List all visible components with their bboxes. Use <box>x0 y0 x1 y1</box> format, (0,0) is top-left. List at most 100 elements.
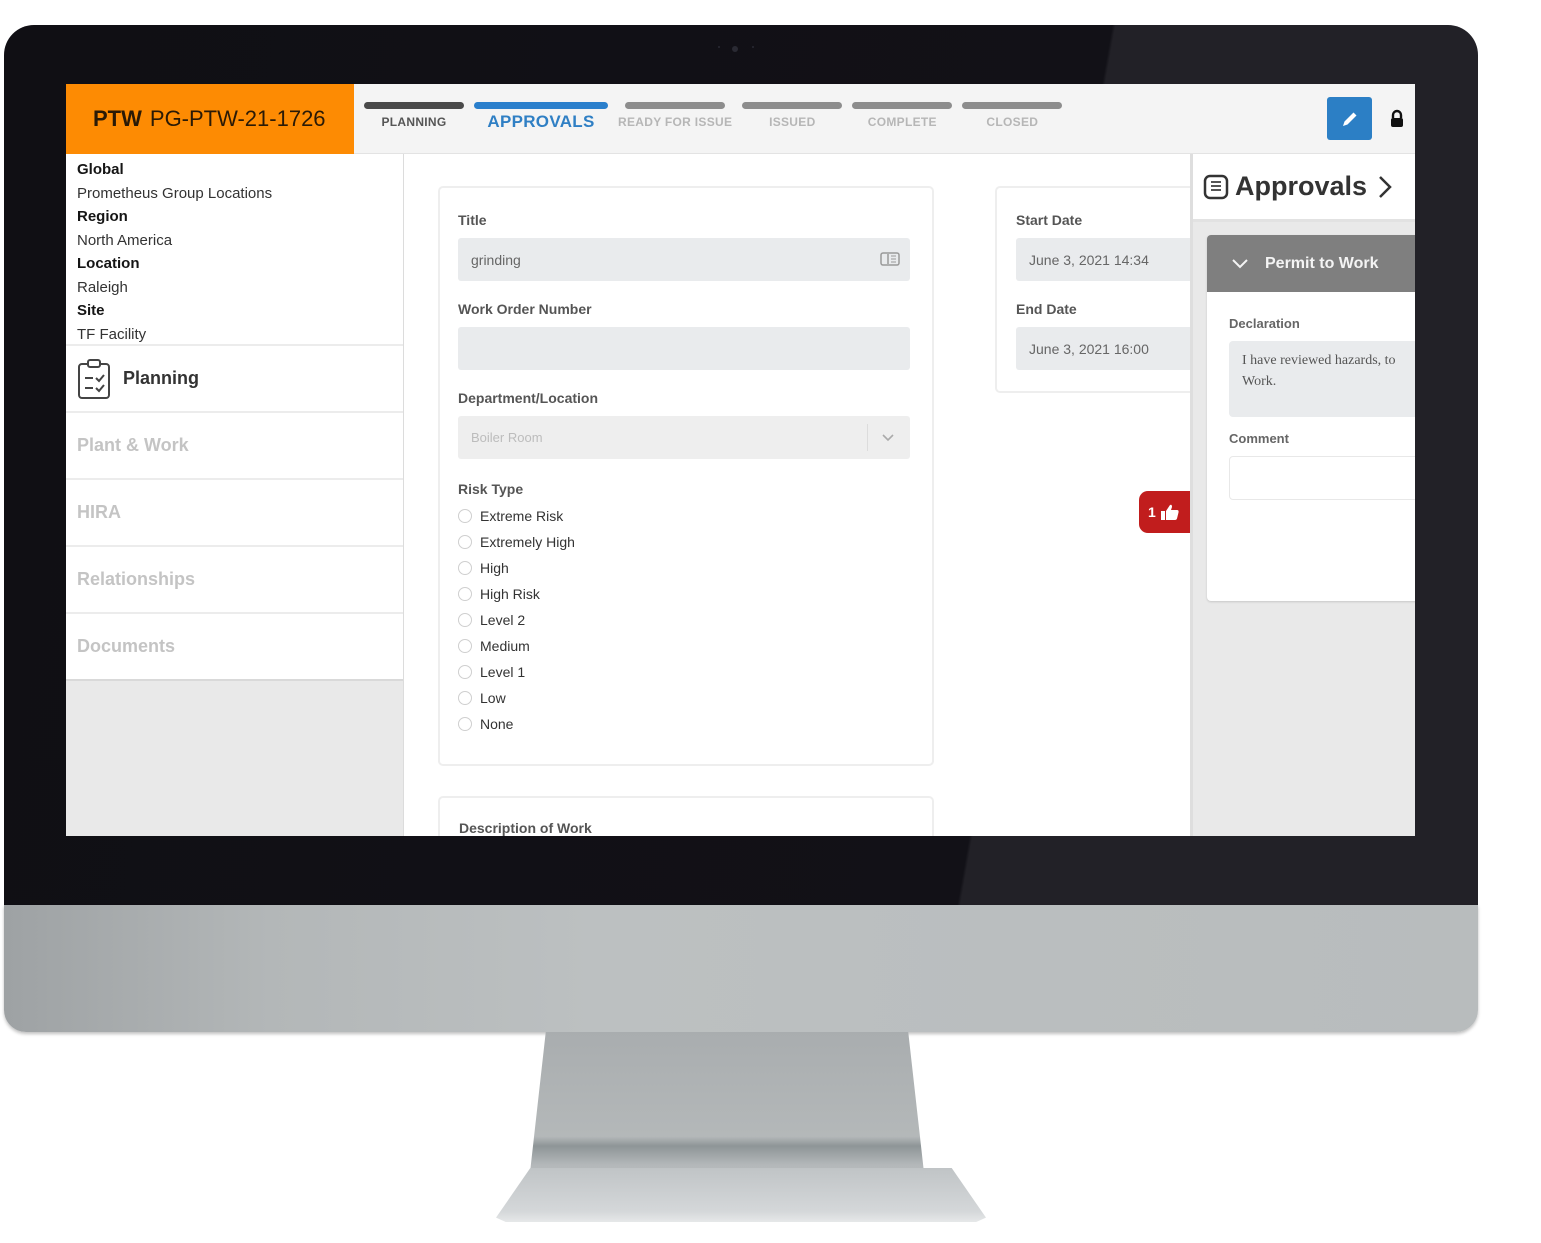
comment-label: Comment <box>1229 431 1289 446</box>
approvals-panel: Approvals Permit to Work Declaration I h… <box>1190 154 1415 836</box>
permit-section-toggle[interactable]: Permit to Work <box>1207 235 1415 292</box>
risk-option-label: Level 2 <box>480 612 526 628</box>
department-label: Department/Location <box>458 390 599 406</box>
nav-label: HIRA <box>77 502 121 522</box>
radio-button[interactable] <box>458 535 472 549</box>
location-value: North America <box>77 231 173 249</box>
location-key: Site <box>77 302 105 319</box>
risk-type-radio-group: Extreme Risk Extremely High High High Ri… <box>458 503 910 737</box>
start-date-value: June 3, 2021 14:34 <box>1029 251 1149 268</box>
risk-option-label: Extreme Risk <box>480 508 564 524</box>
sidebar-item-planning[interactable]: Planning <box>66 344 403 411</box>
work-order-label: Work Order Number <box>458 301 592 317</box>
clipboard-check-icon <box>78 358 110 399</box>
ptw-label: PTW <box>93 106 142 131</box>
monitor-mockup: PTW PG-PTW-21-1726 PLANNING APPROVALS RE… <box>0 0 1541 1243</box>
step-bar <box>364 102 464 109</box>
nav-label: Planning <box>123 368 199 388</box>
step-planning[interactable]: PLANNING <box>364 102 464 132</box>
declaration-label: Declaration <box>1229 316 1300 331</box>
general-info-card: Title grinding Work Order Number Departm… <box>438 186 934 766</box>
risk-option[interactable]: Low <box>458 685 910 711</box>
risk-type-label: Risk Type <box>458 481 524 497</box>
location-value: Prometheus Group Locations <box>77 184 273 202</box>
step-label: PLANNING <box>381 115 447 129</box>
risk-option-label: Low <box>480 690 506 706</box>
radio-button[interactable] <box>458 691 472 705</box>
list-document-icon <box>1203 174 1229 199</box>
location-hierarchy: Global Prometheus Group Locations Region… <box>66 154 403 344</box>
risk-option[interactable]: Level 1 <box>458 659 910 685</box>
comment-input[interactable] <box>1229 456 1415 500</box>
risk-option[interactable]: Extreme Risk <box>458 503 910 529</box>
dates-card: Start Date June 3, 2021 14:34 End Date J… <box>995 186 1216 393</box>
lock-button[interactable] <box>1378 97 1415 140</box>
risk-option[interactable]: Medium <box>458 633 910 659</box>
description-label: Description of Work <box>459 820 592 836</box>
chevron-down-icon <box>1232 258 1248 268</box>
risk-option[interactable]: Extremely High <box>458 529 910 555</box>
chevron-right-icon[interactable] <box>1377 174 1393 200</box>
radio-button[interactable] <box>458 561 472 575</box>
step-label: READY FOR ISSUE <box>618 115 733 129</box>
risk-option-label: Extremely High <box>480 534 575 550</box>
radio-button[interactable] <box>458 587 472 601</box>
nav-divider <box>66 679 403 681</box>
edit-button[interactable] <box>1327 97 1372 140</box>
radio-button[interactable] <box>458 717 472 731</box>
left-sidebar: Global Prometheus Group Locations Region… <box>66 154 404 836</box>
step-issued[interactable]: ISSUED <box>742 102 843 132</box>
sidebar-item-hira[interactable]: HIRA <box>66 478 403 545</box>
risk-option[interactable]: Level 2 <box>458 607 910 633</box>
step-closed[interactable]: CLOSED <box>962 102 1063 132</box>
camera-sensor <box>752 46 754 48</box>
title-input[interactable]: grinding <box>458 238 910 281</box>
risk-option-label: None <box>480 716 514 732</box>
step-ready-for-issue[interactable]: READY FOR ISSUE <box>618 102 732 132</box>
risk-option[interactable]: High Risk <box>458 581 910 607</box>
risk-option-label: High <box>480 560 509 576</box>
declaration-text: I have reviewed hazards, to Work. <box>1229 341 1415 417</box>
approvals-header: Approvals <box>1193 154 1415 222</box>
location-value: Raleigh <box>77 278 128 296</box>
work-order-input[interactable] <box>458 327 910 370</box>
title-value: grinding <box>471 251 521 268</box>
sidebar-item-documents[interactable]: Documents <box>66 612 403 679</box>
radio-button[interactable] <box>458 613 472 627</box>
step-bar <box>625 102 726 109</box>
risk-option-label: Medium <box>480 638 530 654</box>
permit-badge: PTW PG-PTW-21-1726 <box>66 84 354 154</box>
monitor-foot <box>496 1168 986 1222</box>
sidebar-item-plant-work[interactable]: Plant & Work <box>66 411 403 478</box>
permit-approval-card: Permit to Work Declaration I have review… <box>1207 235 1415 601</box>
sidebar-item-relationships[interactable]: Relationships <box>66 545 403 612</box>
approval-like-badge[interactable]: 1 <box>1139 491 1191 533</box>
step-complete[interactable]: COMPLETE <box>852 102 953 132</box>
permit-section-title: Permit to Work <box>1265 254 1379 272</box>
app-screen: PTW PG-PTW-21-1726 PLANNING APPROVALS RE… <box>66 84 1415 836</box>
start-date-input[interactable]: June 3, 2021 14:34 <box>1016 238 1216 281</box>
nav-label: Relationships <box>77 569 196 589</box>
approvals-title: Approvals <box>1235 171 1368 201</box>
title-label: Title <box>458 212 487 228</box>
select-divider <box>867 424 868 451</box>
department-select[interactable]: Boiler Room <box>458 416 910 459</box>
radio-button[interactable] <box>458 509 472 523</box>
description-card: Description of Work <box>438 796 934 836</box>
step-approvals[interactable]: APPROVALS <box>474 102 608 132</box>
text-field-icon <box>880 252 900 266</box>
location-key: Global <box>77 161 124 178</box>
start-date-label: Start Date <box>1016 212 1083 228</box>
permit-id: PG-PTW-21-1726 <box>149 106 326 131</box>
end-date-input[interactable]: June 3, 2021 16:00 <box>1016 327 1216 370</box>
workflow-stepper: PLANNING APPROVALS READY FOR ISSUE ISSUE… <box>364 102 1072 132</box>
step-bar <box>474 102 608 109</box>
nav-label: Plant & Work <box>77 435 189 455</box>
radio-button[interactable] <box>458 665 472 679</box>
risk-option[interactable]: High <box>458 555 910 581</box>
risk-option[interactable]: None <box>458 711 910 737</box>
end-date-label: End Date <box>1016 301 1077 317</box>
risk-option-label: High Risk <box>480 586 540 602</box>
location-key: Location <box>77 255 140 272</box>
radio-button[interactable] <box>458 639 472 653</box>
